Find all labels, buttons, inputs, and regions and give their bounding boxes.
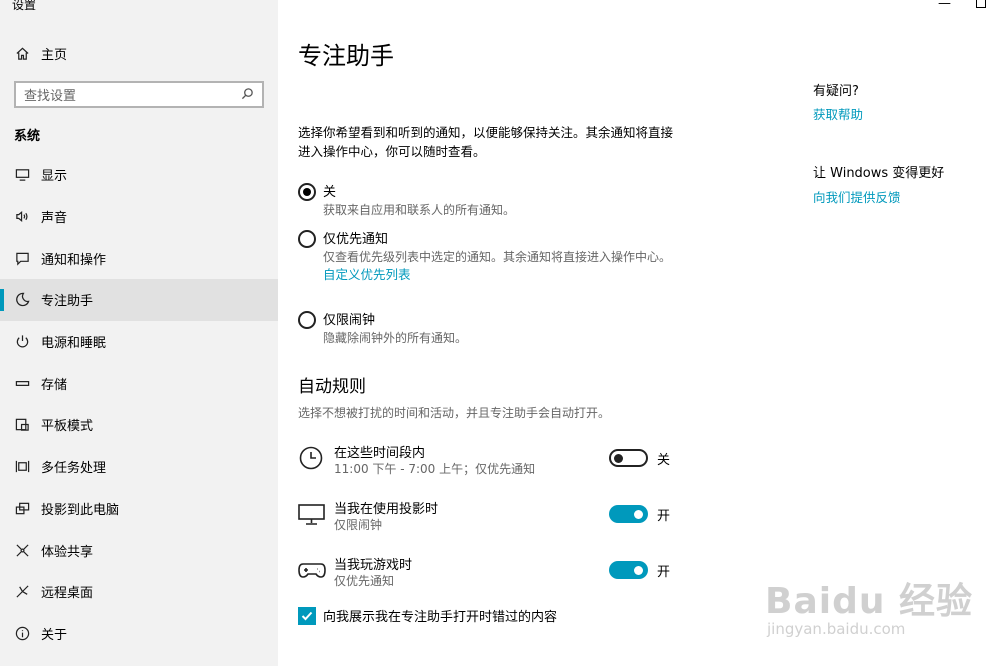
sidebar-item-label: 专注助手 — [41, 294, 94, 310]
monitor-icon — [14, 167, 30, 183]
checkbox[interactable] — [298, 606, 316, 625]
search-placeholder: 查找设置 — [24, 89, 77, 104]
rule-subtitle: 仅限闹钟 — [334, 518, 383, 532]
window-title: 设置 — [12, 0, 37, 12]
project-icon — [14, 500, 30, 516]
toggle-state: 开 — [657, 509, 671, 524]
minimize-button[interactable]: — — [938, 0, 951, 11]
give-feedback-link[interactable]: 向我们提供反馈 — [813, 187, 901, 206]
rule-gaming[interactable]: 当我玩游戏时 仅优先通知 开 — [298, 554, 678, 594]
watermark-logo: Baidu 经验 — [765, 581, 974, 622]
sidebar: 设置 主页 查找设置 系统 显示 声音 通知和操作 专注助手 电源和睡眠 存储 … — [0, 0, 278, 666]
sidebar-item-label: 存储 — [41, 377, 68, 393]
option-label: 关 — [323, 185, 337, 200]
sidebar-item-label: 关于 — [41, 627, 68, 643]
sidebar-item-label: 多任务处理 — [41, 461, 107, 477]
sidebar-item-label: 通知和操作 — [41, 252, 107, 268]
sidebar-item-label: 电源和睡眠 — [41, 336, 107, 352]
auto-rules-description: 选择不想被打扰的时间和活动，并且专注助手会自动打开。 — [298, 406, 611, 420]
page-title: 专注助手 — [298, 42, 394, 70]
sidebar-item-storage[interactable]: 存储 — [0, 362, 278, 404]
checkbox-label: 向我展示我在专注助手打开时错过的内容 — [323, 610, 558, 625]
sidebar-item-power[interactable]: 电源和睡眠 — [0, 321, 278, 363]
share-icon — [14, 542, 30, 558]
radio-button[interactable] — [298, 230, 316, 248]
page-description: 选择你希望看到和听到的通知，以便能够保持关注。其余通知将直接进入操作中心，你可以… — [298, 125, 674, 159]
sidebar-item-label: 平板模式 — [41, 419, 94, 435]
option-priority-only[interactable]: 仅优先通知 仅查看优先级列表中选定的通知。其余通知将直接进入操作中心。 自定义优… — [298, 230, 683, 284]
help-heading: 有疑问? — [813, 84, 859, 99]
rule-subtitle: 仅优先通知 — [334, 574, 395, 588]
option-description: 隐藏除闹钟外的所有通知。 — [323, 331, 468, 345]
sidebar-item-home[interactable]: 主页 — [14, 42, 67, 64]
info-icon — [14, 625, 30, 641]
sidebar-item-sound[interactable]: 声音 — [0, 196, 278, 238]
sidebar-item-label: 主页 — [41, 47, 68, 63]
moon-icon — [14, 292, 30, 308]
rule-projecting[interactable]: 当我在使用投影时 仅限闹钟 开 — [298, 498, 678, 538]
radio-button[interactable] — [298, 183, 316, 201]
auto-rules-title: 自动规则 — [298, 377, 366, 397]
remote-icon — [14, 584, 30, 600]
toggle-switch[interactable] — [609, 505, 648, 523]
rule-title: 在这些时间段内 — [334, 446, 426, 461]
sidebar-item-shared-experiences[interactable]: 体验共享 — [0, 529, 278, 571]
sidebar-item-label: 远程桌面 — [41, 586, 94, 602]
sidebar-item-tablet-mode[interactable]: 平板模式 — [0, 404, 278, 446]
rule-subtitle: 11:00 下午 - 7:00 上午；仅优先通知 — [334, 462, 536, 476]
toggle-state: 关 — [657, 453, 671, 468]
customize-priority-list-link[interactable]: 自定义优先列表 — [323, 266, 683, 284]
toggle-switch[interactable] — [609, 561, 648, 579]
tablet-icon — [14, 417, 30, 433]
sidebar-item-notifications[interactable]: 通知和操作 — [0, 237, 278, 279]
feedback-heading: 让 Windows 变得更好 — [813, 166, 945, 181]
option-description: 仅查看优先级列表中选定的通知。其余通知将直接进入操作中心。 — [323, 250, 672, 264]
sidebar-item-remote-desktop[interactable]: 远程桌面 — [0, 571, 278, 613]
toggle-switch[interactable] — [609, 449, 648, 467]
sidebar-item-about[interactable]: 关于 — [0, 613, 278, 655]
sidebar-item-project[interactable]: 投影到此电脑 — [0, 488, 278, 530]
sidebar-item-label: 投影到此电脑 — [41, 502, 120, 518]
rule-title: 当我在使用投影时 — [334, 502, 439, 517]
search-icon[interactable] — [241, 85, 254, 104]
option-label: 仅限闹钟 — [323, 313, 376, 328]
get-help-link[interactable]: 获取帮助 — [813, 104, 863, 123]
sidebar-item-multitasking[interactable]: 多任务处理 — [0, 446, 278, 488]
sidebar-item-focus-assist[interactable]: 专注助手 — [0, 279, 278, 321]
option-description: 获取来自应用和联系人的所有通知。 — [323, 203, 516, 217]
storage-icon — [14, 375, 30, 391]
power-icon — [14, 334, 30, 350]
sidebar-item-label: 显示 — [41, 169, 68, 185]
show-missed-checkbox-row[interactable]: 向我展示我在专注助手打开时错过的内容 — [298, 606, 557, 625]
sidebar-item-label: 声音 — [41, 211, 68, 227]
section-label: 系统 — [14, 129, 41, 144]
option-alarms-only[interactable]: 仅限闹钟 隐藏除闹钟外的所有通知。 — [298, 311, 683, 347]
radio-button[interactable] — [298, 311, 316, 329]
sidebar-nav: 显示 声音 通知和操作 专注助手 电源和睡眠 存储 平板模式 多任务处理 投影到… — [0, 154, 278, 654]
display-icon — [298, 500, 326, 526]
option-off[interactable]: 关 获取来自应用和联系人的所有通知。 — [298, 183, 683, 219]
speaker-icon — [14, 209, 30, 225]
rule-title: 当我玩游戏时 — [334, 558, 413, 573]
notification-icon — [14, 250, 30, 266]
clock-icon — [298, 444, 326, 470]
option-label: 仅优先通知 — [323, 232, 389, 247]
multitask-icon — [14, 459, 30, 475]
search-input[interactable]: 查找设置 — [14, 81, 264, 108]
sidebar-item-label: 体验共享 — [41, 544, 94, 560]
sidebar-item-display[interactable]: 显示 — [0, 154, 278, 196]
gamepad-icon — [298, 556, 326, 582]
maximize-button[interactable] — [976, 0, 986, 8]
toggle-state: 开 — [657, 565, 671, 580]
rule-time-range[interactable]: 在这些时间段内 11:00 下午 - 7:00 上午；仅优先通知 关 — [298, 442, 678, 482]
watermark: Baidu 经验 jingyan.baidu.com — [765, 572, 973, 638]
home-icon — [14, 45, 30, 61]
